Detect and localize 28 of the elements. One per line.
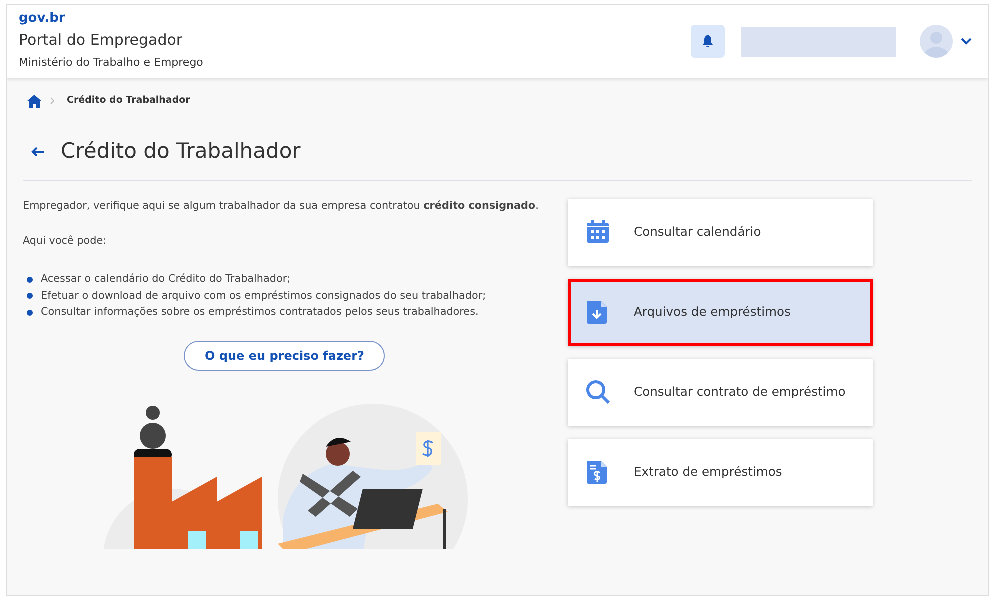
option-card[interactable]: Consultar contrato de empréstimo bbox=[568, 358, 873, 426]
chevron-right-icon bbox=[50, 97, 55, 106]
option-card[interactable]: Arquivos de empréstimos bbox=[568, 278, 873, 346]
bullet-text: Consultar informações sobre os empréstimos contratados pelos seus trabalhadores. bbox=[41, 305, 479, 320]
intro-paragraph: Empregador, verifique aqui se algum trabalhador da sua empresa contratou crédito consignado. bbox=[23, 198, 540, 214]
chevron-down-icon[interactable] bbox=[961, 38, 972, 45]
page-title: Crédito do Trabalhador bbox=[61, 138, 301, 166]
portal-title: Portal do Empregador bbox=[19, 30, 184, 50]
notifications-button[interactable] bbox=[691, 25, 725, 58]
back-arrow-icon[interactable] bbox=[31, 147, 45, 157]
list-heading: Aqui você pode: bbox=[23, 234, 108, 250]
file-download-icon bbox=[586, 300, 610, 324]
bell-icon bbox=[702, 35, 714, 48]
bullet-text: Acessar o calendário do Crédito do Trabalhador; bbox=[41, 272, 291, 287]
search-icon bbox=[586, 380, 610, 404]
ministry-subtitle: Ministério do Trabalho e Emprego bbox=[19, 55, 204, 71]
bullet-text: Efetuar o download de arquivo com os empréstimos consignados do seu trabalhador; bbox=[41, 288, 486, 304]
option-card[interactable]: Consultar calendário bbox=[568, 198, 873, 266]
file-dollar-icon bbox=[586, 460, 610, 484]
home-icon[interactable] bbox=[27, 94, 42, 108]
help-button[interactable]: O que eu preciso fazer? bbox=[184, 340, 386, 371]
breadcrumb-current: Crédito do Trabalhador bbox=[67, 94, 190, 108]
calendar-icon bbox=[586, 220, 610, 244]
gov-logo[interactable]: gov.br bbox=[19, 12, 204, 24]
option-card[interactable]: Extrato de empréstimos bbox=[568, 438, 873, 506]
bullet-icon bbox=[27, 310, 33, 316]
bullet-icon bbox=[27, 276, 33, 283]
bullet-icon bbox=[27, 293, 33, 300]
